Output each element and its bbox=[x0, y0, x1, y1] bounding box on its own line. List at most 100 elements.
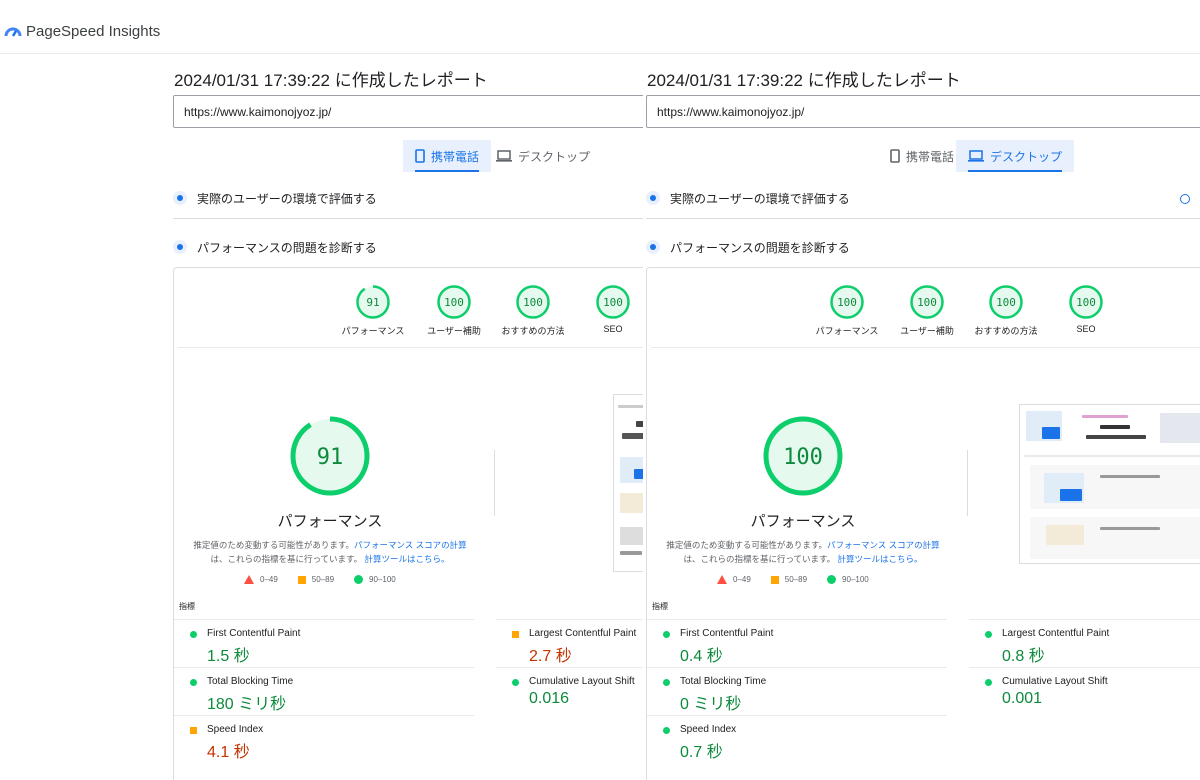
users-icon bbox=[646, 191, 660, 205]
url-input[interactable] bbox=[173, 95, 643, 128]
metric-total-blocking-time[interactable]: Total Blocking Time 0 ミリ秒 bbox=[647, 667, 947, 715]
category-label: SEO bbox=[603, 324, 623, 334]
average-square-icon bbox=[297, 575, 306, 584]
top-bar: PageSpeed Insights bbox=[0, 0, 1200, 54]
gauge-score: 100 bbox=[1076, 296, 1096, 309]
pass-circle-icon bbox=[663, 679, 670, 686]
section-title: 実際のユーザーの環境で評価する bbox=[670, 191, 850, 206]
lab-icon bbox=[173, 240, 187, 254]
field-data-section[interactable]: 実際のユーザーの環境で評価する bbox=[173, 188, 377, 208]
legend-fail: 0–49 bbox=[733, 575, 751, 584]
page-screenshot-thumbnail bbox=[613, 394, 643, 572]
users-icon bbox=[173, 191, 187, 205]
metric-cumulative-layout-shift[interactable]: Cumulative Layout Shift 0.016 bbox=[496, 667, 643, 715]
metric-largest-contentful-paint[interactable]: Largest Contentful Paint 0.8 秒 bbox=[969, 619, 1200, 667]
report-title: 2024/01/31 17:39:22 に作成したレポート bbox=[174, 71, 488, 90]
tab-label: 携帯電話 bbox=[906, 149, 955, 164]
tab-label: 携帯電話 bbox=[431, 149, 480, 164]
desc-text: は、これらの指標を基に行っています。 bbox=[210, 554, 363, 564]
app-title[interactable]: PageSpeed Insights bbox=[26, 23, 160, 40]
field-data-section[interactable]: 実際のユーザーの環境で評価する bbox=[646, 188, 850, 208]
performance-label: パフォーマンス bbox=[277, 513, 383, 530]
metric-value: 0 ミリ秒 bbox=[680, 696, 742, 713]
gauge-score: 100 bbox=[523, 296, 543, 309]
category-gauge[interactable]: 100 bbox=[515, 284, 551, 320]
score-legend: 0–49 50–89 90–100 bbox=[244, 575, 396, 584]
metric-name: Speed Index bbox=[207, 724, 264, 735]
metric-value: 0.016 bbox=[529, 690, 570, 707]
tab-label: デスクトップ bbox=[990, 149, 1063, 164]
tab-mobile[interactable]: 携帯電話 bbox=[403, 140, 492, 172]
score-calc-link[interactable]: パフォーマンス スコアの計算 bbox=[827, 540, 940, 550]
category-label: ユーザー補助 bbox=[427, 326, 481, 336]
category-gauge[interactable]: 100 bbox=[436, 284, 472, 320]
metric-value: 0.001 bbox=[1002, 690, 1043, 707]
pagespeed-logo-icon[interactable] bbox=[4, 24, 22, 38]
page-screenshot-thumbnail bbox=[1019, 404, 1200, 564]
laptop-icon bbox=[968, 150, 984, 162]
metric-largest-contentful-paint[interactable]: Largest Contentful Paint 2.7 秒 bbox=[496, 619, 643, 667]
gauge-score: 100 bbox=[996, 296, 1016, 309]
card-divider bbox=[178, 347, 643, 348]
metrics-heading: 指標 bbox=[652, 602, 668, 611]
category-label: パフォーマンス bbox=[341, 326, 405, 336]
legend-pass: 90–100 bbox=[369, 575, 396, 584]
category-gauge[interactable]: 100 bbox=[595, 284, 631, 320]
category-gauge[interactable]: 100 bbox=[909, 284, 945, 320]
metric-first-contentful-paint[interactable]: First Contentful Paint 0.4 秒 bbox=[647, 619, 947, 667]
category-gauge[interactable]: 100 bbox=[829, 284, 865, 320]
score-calc-link[interactable]: パフォーマンス スコアの計算 bbox=[354, 540, 467, 550]
diagnose-section[interactable]: パフォーマンスの問題を診断する bbox=[173, 237, 377, 257]
category-gauge[interactable]: 100 bbox=[1068, 284, 1104, 320]
tab-desktop[interactable]: デスクトップ bbox=[484, 140, 602, 172]
lab-icon bbox=[646, 240, 660, 254]
gauge-score: 100 bbox=[837, 296, 857, 309]
pass-circle-icon bbox=[663, 631, 670, 638]
performance-card: 100 パフォーマンス 100 ユーザー補助 100 おすすめの方法 100 S… bbox=[646, 267, 1200, 780]
category-label: ユーザー補助 bbox=[900, 326, 954, 336]
tab-desktop[interactable]: デスクトップ bbox=[956, 140, 1075, 172]
calculator-link[interactable]: 計算ツールはこちら。 bbox=[365, 554, 450, 564]
metric-speed-index[interactable]: Speed Index 4.1 秒 bbox=[174, 715, 474, 763]
metric-value: 4.1 秒 bbox=[207, 744, 250, 761]
desc-text: 推定値のため変動する可能性があります。 bbox=[193, 540, 354, 550]
calculator-link[interactable]: 計算ツールはこちら。 bbox=[838, 554, 923, 564]
gauge-score: 100 bbox=[444, 296, 464, 309]
category-gauge[interactable]: 100 bbox=[988, 284, 1024, 320]
pass-circle-icon bbox=[827, 575, 837, 584]
section-title: パフォーマンスの問題を診断する bbox=[670, 240, 850, 255]
vertical-divider bbox=[494, 450, 495, 516]
pass-circle-icon bbox=[190, 631, 197, 638]
metric-name: Largest Contentful Paint bbox=[1002, 628, 1110, 639]
gauge-score: 91 bbox=[317, 445, 344, 470]
report-panel-desktop: 2024/01/31 17:39:22 に作成したレポート 携帯電話 デスクトッ… bbox=[646, 54, 1200, 780]
report-panel-mobile: 2024/01/31 17:39:22 に作成したレポート 携帯電話 デスクトッ… bbox=[173, 54, 643, 780]
card-divider bbox=[651, 347, 1200, 348]
pass-circle-icon bbox=[663, 727, 670, 734]
pass-circle-icon bbox=[354, 575, 364, 584]
score-description: 推定値のため変動する可能性があります。パフォーマンス スコアの計算 は、これらの… bbox=[190, 538, 470, 566]
url-input[interactable] bbox=[646, 95, 1200, 128]
laptop-icon bbox=[496, 150, 512, 162]
info-icon[interactable] bbox=[1180, 194, 1190, 204]
phone-icon bbox=[415, 149, 425, 163]
gauge-score: 100 bbox=[603, 296, 623, 309]
metric-first-contentful-paint[interactable]: First Contentful Paint 1.5 秒 bbox=[174, 619, 474, 667]
diagnose-section[interactable]: パフォーマンスの問題を診断する bbox=[646, 237, 850, 257]
gauge-score: 100 bbox=[917, 296, 937, 309]
category-gauge[interactable]: 91 bbox=[355, 284, 391, 320]
tab-label: デスクトップ bbox=[518, 149, 591, 164]
metric-name: Total Blocking Time bbox=[207, 676, 294, 687]
gauge-score: 100 bbox=[783, 445, 823, 470]
performance-label: パフォーマンス bbox=[750, 513, 856, 530]
metric-cumulative-layout-shift[interactable]: Cumulative Layout Shift 0.001 bbox=[969, 667, 1200, 715]
metric-value: 2.7 秒 bbox=[529, 648, 572, 665]
pass-circle-icon bbox=[985, 631, 992, 638]
phone-icon bbox=[890, 149, 900, 163]
section-title: パフォーマンスの問題を診断する bbox=[197, 240, 377, 255]
tab-mobile[interactable]: 携帯電話 bbox=[878, 140, 966, 172]
metric-speed-index[interactable]: Speed Index 0.7 秒 bbox=[647, 715, 947, 763]
score-legend: 0–49 50–89 90–100 bbox=[717, 575, 869, 584]
metric-total-blocking-time[interactable]: Total Blocking Time 180 ミリ秒 bbox=[174, 667, 474, 715]
category-label: SEO bbox=[1076, 324, 1096, 334]
